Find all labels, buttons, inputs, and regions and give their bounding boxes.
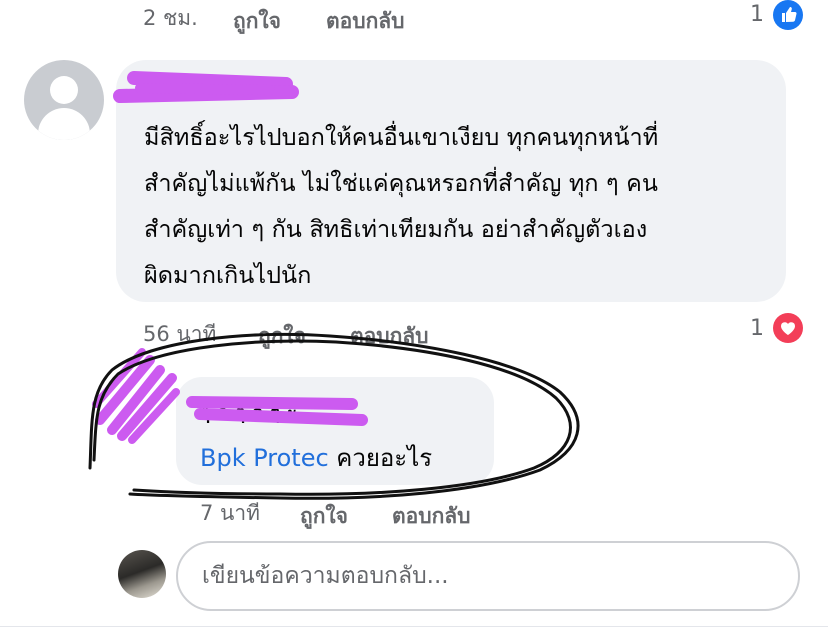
comment1-line: มีสิทธิ์อะไรไปบอกให้คนอื่นเขาเงียบ ทุกคน… [144,123,659,151]
divider [0,626,828,627]
comment0-reply-link[interactable]: ตอบกลับ [326,5,405,38]
current-user-avatar[interactable] [118,550,166,598]
comment1-line: สำคัญเท่า ๆ กัน สิทธิเท่าเทียมกัน อย่าสำ… [144,215,648,243]
avatar[interactable] [24,60,104,140]
mention-link[interactable]: Bpk Protec [200,444,329,472]
comment2-time: 7 นาที [200,501,261,525]
comment1-reaction-count[interactable]: 1 [750,316,764,341]
comment2-reply-link[interactable]: ตอบกลับ [392,500,471,533]
comment1-text: มีสิทธิ์อะไรไปบอกให้คนอื่นเขาเงียบ ทุกคน… [144,114,774,298]
heart-icon[interactable] [773,313,803,343]
comment1-line: ผิดมากเกินไปนัก [144,261,312,289]
comment1-line: สำคัญไม่แพ้กัน ไม่ใช่แค่คุณหรอกที่สำคัญ … [144,169,658,197]
comment0-like-link[interactable]: ถูกใจ [233,5,281,38]
comment1-time: 56 นาที [143,322,217,346]
thumbs-up-icon[interactable] [773,0,803,30]
comment0-time: 2 ชม. [143,6,198,30]
comment0-reaction-count[interactable]: 1 [750,2,764,27]
comment2-body: ควยอะไร [328,444,433,472]
comment2-text: Bpk Protec ควยอะไร [200,438,432,477]
avatar-redaction [92,348,180,444]
comment1-reply-link[interactable]: ตอบกลับ [350,320,429,353]
comment1-author[interactable]: ศ่ะน์ ผวง ศ [144,78,236,108]
comment1-like-link[interactable]: ถูกใจ [258,320,306,353]
comment2-author[interactable]: ๆ ก ๆ ก ๆ ะ [200,398,297,428]
comment2-like-link[interactable]: ถูกใจ [300,500,348,533]
reply-input[interactable]: เขียนข้อความตอบกลับ... [176,541,800,611]
